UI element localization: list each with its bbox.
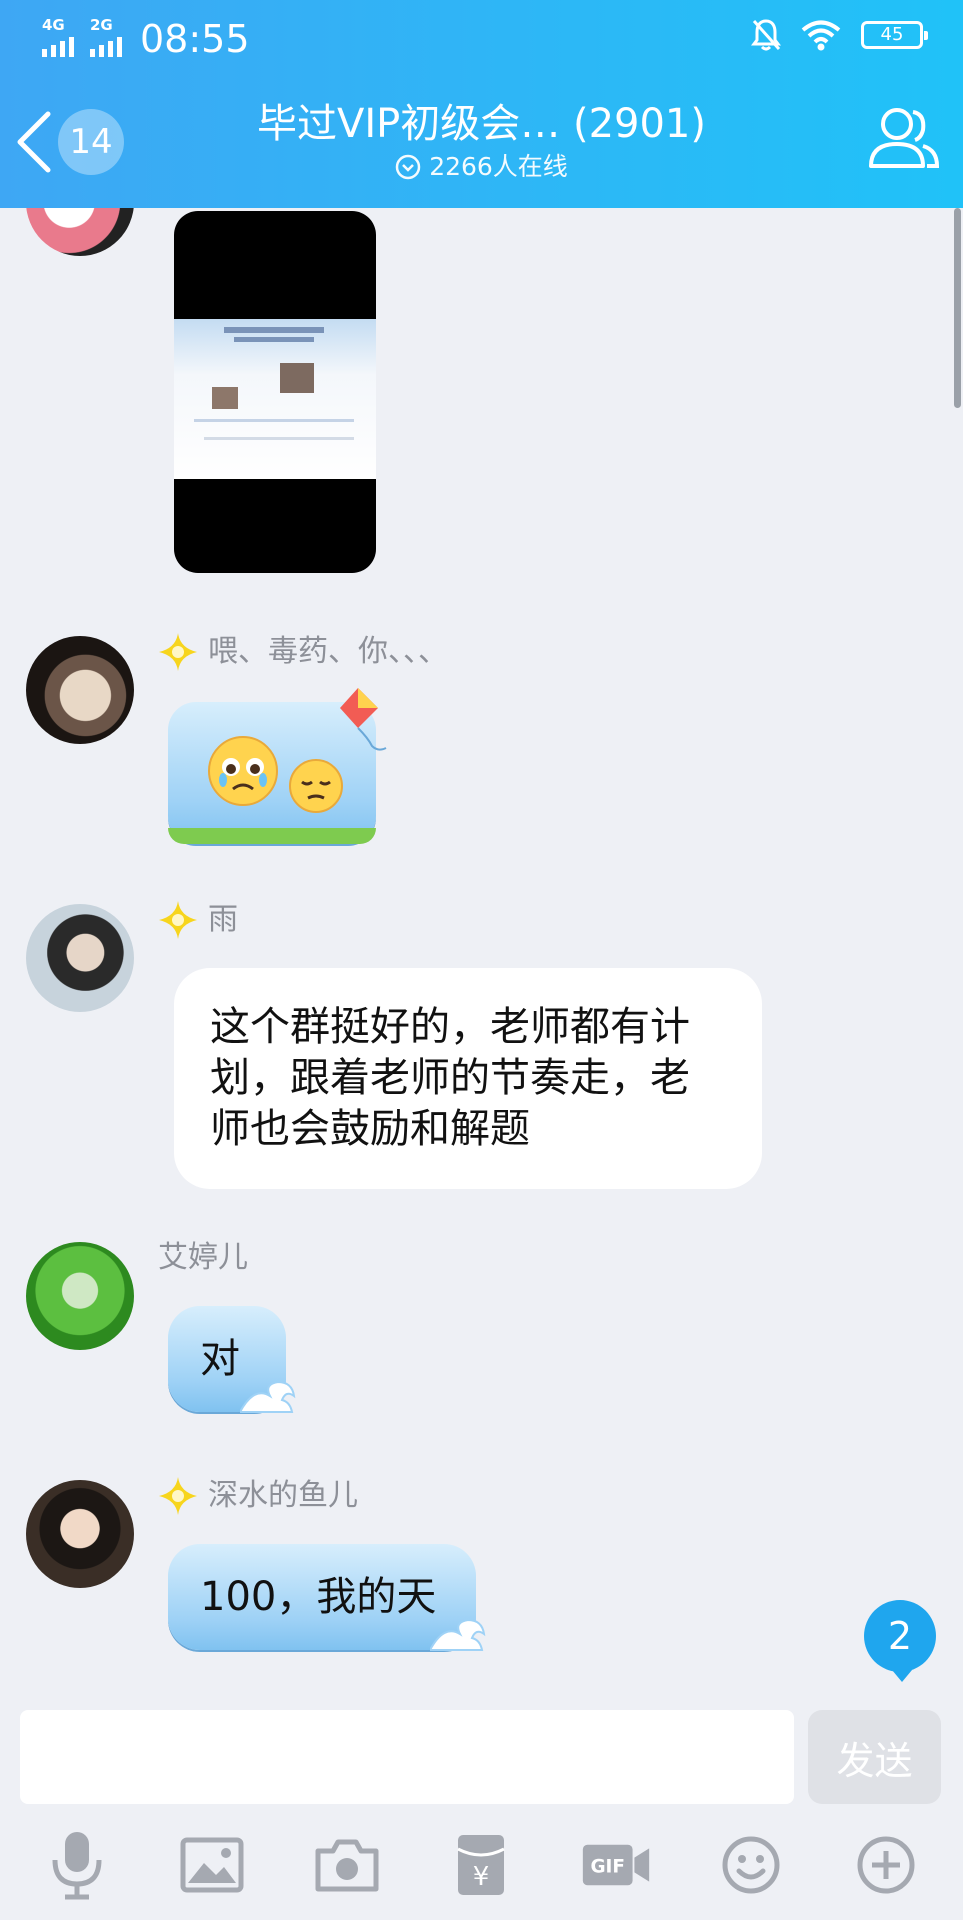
status-bar: 4G 2G 08:55 45 — [0, 0, 963, 78]
send-button[interactable]: 发送 — [808, 1710, 941, 1804]
gif-button[interactable]: GIF — [581, 1830, 651, 1900]
online-count: 2266人在线 — [429, 152, 568, 181]
sender-name: 喂、毒药、你、、、 — [208, 634, 448, 669]
svg-text:¥: ¥ — [473, 1862, 490, 1892]
input-toolbar: ¥ GIF — [0, 1810, 963, 1920]
sad-face-emoji-icon — [289, 759, 343, 813]
voice-button[interactable] — [42, 1830, 112, 1900]
text-bubble[interactable]: 100，我的天 — [168, 1544, 486, 1651]
message-text: 对 — [200, 1336, 240, 1382]
signal-2g: 2G — [90, 18, 122, 57]
bell-muted-icon — [751, 19, 781, 51]
message-list[interactable]: 喂、毒药、你、、、 雨 这个群挺好的，老师都有计划，跟着老师的节奏走，老师也会鼓… — [0, 208, 963, 1708]
red-packet-button[interactable]: ¥ — [446, 1830, 516, 1900]
plus-icon — [857, 1836, 915, 1894]
wave-decoration-icon — [240, 1380, 296, 1413]
camera-icon — [315, 1839, 379, 1892]
group-members-button[interactable] — [863, 100, 943, 180]
sender-name: 艾婷儿 — [158, 1240, 248, 1275]
network-type-2: 2G — [90, 16, 113, 34]
input-bar: 发送 — [0, 1700, 963, 1810]
battery-indicator: 45 — [861, 21, 928, 49]
text-bubble[interactable]: 对 — [168, 1306, 296, 1413]
back-button[interactable]: 14 — [14, 100, 134, 184]
sender-name: 雨 — [208, 902, 238, 937]
chevron-left-icon — [17, 111, 51, 173]
avatar[interactable] — [26, 1242, 134, 1350]
clock: 08:55 — [140, 17, 250, 61]
sender-nickname: 雨 — [158, 900, 238, 940]
sender-nickname: 艾婷儿 — [158, 1238, 248, 1278]
status-icons: 45 — [751, 18, 928, 52]
avatar[interactable] — [26, 636, 134, 744]
kite-decoration-icon — [340, 688, 387, 751]
camera-button[interactable] — [312, 1830, 382, 1900]
star-badge-icon — [159, 901, 197, 939]
sender-nickname: 深水的鱼儿 — [158, 1476, 358, 1516]
sender-nickname: 喂、毒药、你、、、 — [158, 632, 448, 672]
image-content — [174, 319, 376, 479]
message-input[interactable] — [20, 1710, 794, 1804]
chat-header: 4G 2G 08:55 45 14 毕过VIP初级会… (2901) 2266人… — [0, 0, 963, 208]
message-text: 100，我的天 — [200, 1574, 437, 1620]
red-packet-icon: ¥ — [457, 1835, 506, 1895]
sender-name: 深水的鱼儿 — [208, 1478, 358, 1513]
photo-button[interactable] — [177, 1830, 247, 1900]
emoji-icon — [722, 1836, 780, 1894]
avatar[interactable] — [26, 904, 134, 1012]
image-message[interactable] — [174, 211, 376, 573]
avatar[interactable] — [26, 208, 134, 256]
microphone-icon — [52, 1832, 102, 1900]
gif-icon: GIF — [582, 1844, 650, 1886]
title-block[interactable]: 毕过VIP初级会… (2901) 2266人在线 — [180, 98, 783, 184]
scrollbar[interactable] — [954, 208, 961, 408]
network-type-1: 4G — [42, 16, 65, 34]
people-icon — [869, 108, 940, 168]
text-bubble[interactable]: 这个群挺好的，老师都有计划，跟着老师的节奏走，老师也会鼓励和解题 — [174, 968, 762, 1189]
unread-chats-count: 14 — [58, 109, 124, 175]
chevron-down-circle-icon — [395, 154, 421, 180]
star-badge-icon — [159, 1477, 197, 1515]
wifi-icon — [801, 20, 841, 51]
image-icon — [180, 1837, 244, 1893]
new-messages-badge[interactable]: 2 — [864, 1600, 936, 1682]
wave-decoration-icon — [430, 1618, 486, 1651]
crying-face-emoji-icon — [208, 736, 278, 806]
avatar[interactable] — [26, 1480, 134, 1588]
group-title: 毕过VIP初级会… (2901) — [256, 101, 706, 147]
star-badge-icon — [159, 633, 197, 671]
signal-4g: 4G — [42, 18, 74, 57]
online-status: 2266人在线 — [180, 150, 783, 184]
emoji-button[interactable] — [716, 1830, 786, 1900]
more-button[interactable] — [851, 1830, 921, 1900]
svg-text:GIF: GIF — [591, 1856, 626, 1877]
